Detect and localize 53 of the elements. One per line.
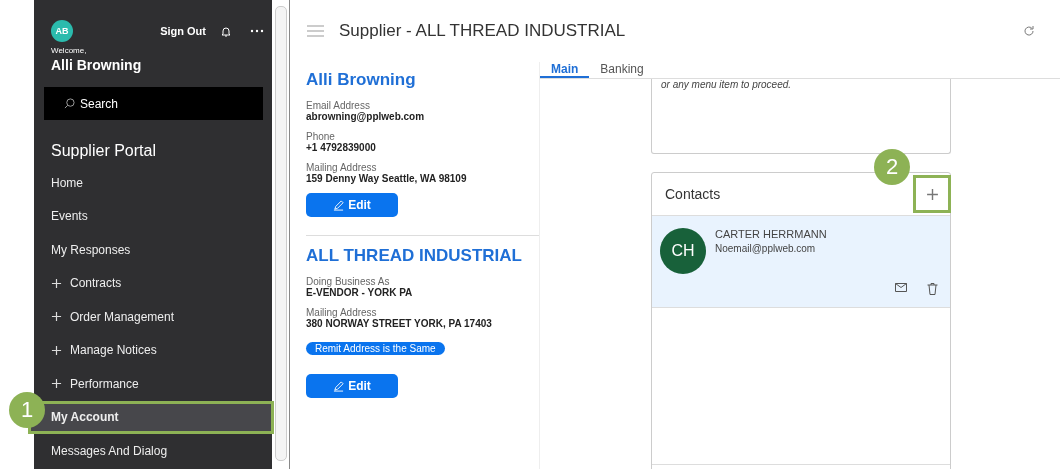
more-icon[interactable]	[250, 29, 264, 33]
nav-item[interactable]: Messages And Dialog	[34, 434, 272, 468]
nav-item[interactable]: My Responses	[34, 233, 272, 267]
nav-item[interactable]: Manage Notices	[34, 333, 272, 367]
remit-badge: Remit Address is the Same	[306, 342, 445, 355]
pencil-icon	[333, 380, 345, 392]
contact-name: Alli Browning	[306, 70, 417, 90]
section-title: Supplier Portal	[50, 141, 157, 161]
plus-icon	[51, 344, 62, 356]
field-label: Phone	[306, 131, 336, 142]
trash-icon[interactable]	[927, 283, 938, 295]
contact-email: Noemail@pplweb.com	[715, 243, 817, 254]
step-badge: 1	[9, 392, 45, 428]
edit-button[interactable]: Edit	[306, 374, 398, 398]
refresh-icon[interactable]	[1023, 25, 1035, 37]
card-title: Contacts	[665, 186, 721, 202]
pencil-icon	[333, 199, 345, 211]
plus-icon	[51, 311, 62, 323]
page-title: Supplier - ALL THREAD INDUSTRIAL	[339, 21, 627, 41]
tab[interactable]: Banking	[589, 62, 655, 78]
field-value: 380 NORWAY STREET YORK, PA 17403	[306, 318, 493, 329]
bell-icon[interactable]	[220, 25, 232, 37]
sign-out-link[interactable]: Sign Out	[160, 25, 206, 37]
contact-name: CARTER HERRMANN	[715, 228, 827, 240]
nav-item[interactable]: Contracts	[34, 266, 272, 300]
field-value: E-VENDOR - YORK PA	[306, 287, 414, 298]
field-value: 159 Denny Way Seattle, WA 98109	[306, 173, 468, 184]
user-name: Alli Browning	[50, 56, 143, 73]
plus-icon	[925, 187, 939, 201]
field-label: Doing Business As	[306, 276, 390, 287]
contact-row[interactable]: CH CARTER HERRMANN Noemail@pplweb.com	[652, 216, 950, 308]
plus-icon	[51, 277, 62, 289]
nav-item[interactable]: Order Management	[34, 300, 272, 334]
tab[interactable]: Main	[540, 62, 590, 78]
plus-icon	[51, 378, 62, 390]
search-field[interactable]: Search	[44, 87, 263, 120]
mail-icon[interactable]	[895, 283, 907, 292]
welcome-text: Welcome,	[50, 45, 88, 55]
search-icon	[64, 98, 75, 109]
nav-item[interactable]: Home	[34, 166, 272, 200]
notice-text: or any menu item to proceed.	[661, 79, 792, 90]
field-label: Mailing Address	[306, 162, 377, 173]
search-field[interactable]: Search	[80, 88, 260, 119]
avatar: AB	[51, 20, 73, 42]
nav-item[interactable]: Events	[34, 199, 272, 233]
step-badge: 2	[874, 149, 910, 185]
field-label: Mailing Address	[306, 307, 377, 318]
field-label: Email Address	[306, 100, 371, 111]
field-value: abrowning@pplweb.com	[306, 111, 426, 122]
edit-button[interactable]: Edit	[306, 193, 398, 217]
avatar: CH	[660, 228, 706, 274]
field-value: +1 4792839000	[306, 142, 377, 153]
company-name: ALL THREAD INDUSTRIAL	[306, 246, 523, 266]
